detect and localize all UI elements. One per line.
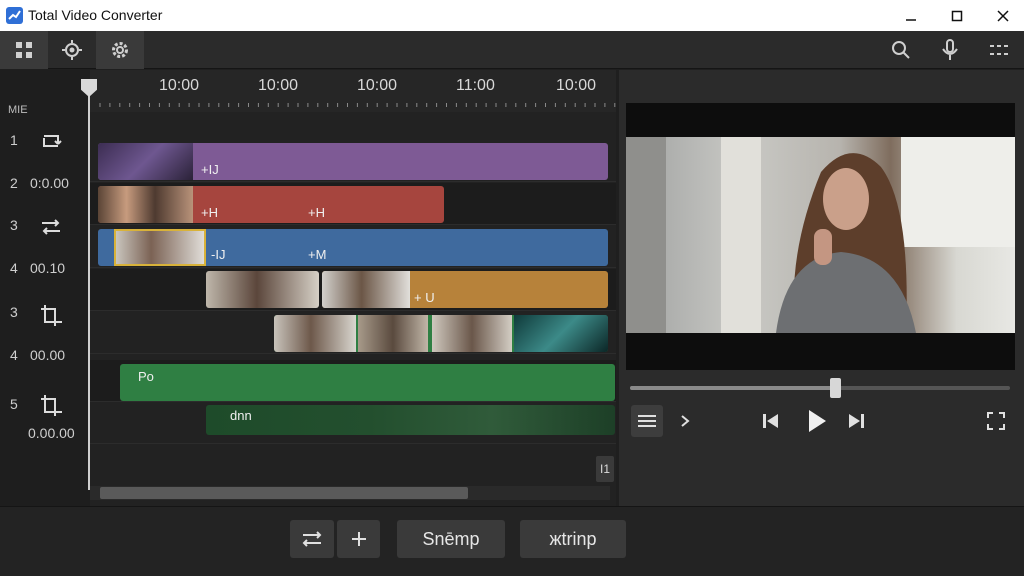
track-number: 5 <box>10 396 18 412</box>
maximize-button[interactable] <box>934 0 980 31</box>
video-clip[interactable]: + U <box>322 271 608 308</box>
ruler-tick-label: 10:00 <box>556 77 597 94</box>
clip-label: -IJ <box>211 247 226 262</box>
clip-thumbnail <box>322 271 410 308</box>
clip-thumbnail <box>514 315 608 352</box>
playhead[interactable] <box>88 80 90 490</box>
swap-arrows-icon[interactable] <box>38 214 64 240</box>
action-button-b[interactable]: жtrinp <box>520 520 626 558</box>
microphone-icon[interactable] <box>926 31 974 69</box>
video-frame-image <box>626 137 1015 333</box>
bottom-toolbar <box>0 506 1024 576</box>
track-number: 3 <box>10 304 18 320</box>
audio-clip[interactable]: Po <box>120 364 615 401</box>
clip-label: + U <box>414 290 435 305</box>
ruler-corner-label: MIE <box>8 104 28 116</box>
fullscreen-icon[interactable] <box>985 410 1007 432</box>
clip-label: Po <box>138 369 154 384</box>
track-number: 1 <box>10 132 18 148</box>
playlist-menu-icon[interactable] <box>631 405 663 437</box>
grid-view-icon[interactable] <box>0 31 48 69</box>
clip-label: dnn <box>230 408 252 423</box>
ruler-tick-label: 10:00 <box>258 77 299 94</box>
add-button[interactable] <box>337 520 380 558</box>
clip-thumbnail <box>206 271 319 308</box>
track-number: 4 <box>10 260 18 276</box>
clip-label: +H <box>201 205 218 220</box>
video-clip[interactable]: -IJ +M <box>98 229 608 266</box>
seek-progress <box>630 386 835 390</box>
swap-tracks-button[interactable] <box>290 520 334 558</box>
video-clip[interactable]: +IJ <box>98 143 608 180</box>
play-icon[interactable] <box>803 405 831 437</box>
video-clip[interactable] <box>274 315 608 352</box>
track-time: 00.10 <box>30 260 66 276</box>
clip-thumbnail <box>98 186 193 223</box>
page-marker[interactable]: I1 <box>596 456 614 482</box>
video-clip[interactable]: +H +H <box>98 186 444 223</box>
clip-label: +M <box>308 247 327 262</box>
audio-clip[interactable]: dnn <box>206 405 615 435</box>
video-clip[interactable] <box>206 271 319 308</box>
clip-label: +IJ <box>201 162 219 177</box>
toolbar <box>0 31 1024 69</box>
menu-dots-icon[interactable] <box>975 31 1023 69</box>
track-number: 3 <box>10 217 18 233</box>
ruler-tick-label: 10:00 <box>159 77 200 94</box>
ruler-tick-label: 11:00 <box>456 77 495 94</box>
minimize-button[interactable] <box>888 0 934 31</box>
chevron-right-icon[interactable] <box>675 410 695 432</box>
action-button-a[interactable]: Snēmp <box>397 520 505 558</box>
window-title: Total Video Converter <box>28 7 163 23</box>
previous-icon[interactable] <box>758 408 784 434</box>
track-number: 2 <box>10 175 18 191</box>
track-time: 00.00 <box>30 347 66 363</box>
loop-icon[interactable] <box>38 128 64 154</box>
timeline-scroll-thumb[interactable] <box>100 487 468 499</box>
close-button[interactable] <box>980 0 1024 31</box>
seek-knob[interactable] <box>830 378 841 398</box>
camera-settings-icon[interactable] <box>48 31 96 69</box>
app-logo-icon <box>6 7 23 24</box>
next-icon[interactable] <box>843 408 869 434</box>
track-time: 0.00.00 <box>28 425 75 441</box>
crop-icon[interactable] <box>38 302 64 328</box>
clip-thumbnail <box>358 315 428 352</box>
clip-thumbnail <box>274 315 356 352</box>
clip-label: +H <box>308 205 325 220</box>
clip-thumbnail-selected <box>114 229 206 266</box>
track-number: 4 <box>10 347 18 363</box>
search-icon[interactable] <box>877 31 925 69</box>
track-time: 0:0.00 <box>30 175 69 191</box>
clip-thumbnail <box>98 143 193 180</box>
gear-icon[interactable] <box>96 31 144 69</box>
clip-thumbnail <box>432 315 512 352</box>
crop-icon[interactable] <box>38 392 64 418</box>
ruler-tick-label: 10:00 <box>357 77 398 94</box>
